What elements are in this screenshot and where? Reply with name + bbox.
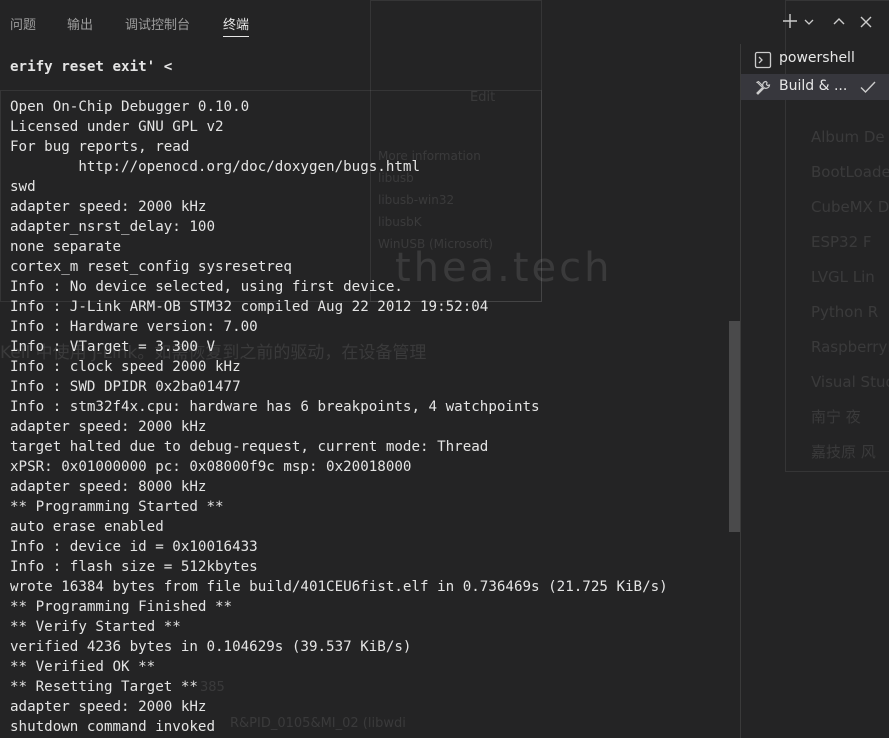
terminal-line: ** Resetting Target **: [10, 679, 198, 695]
terminal-line: Info : VTarget = 3.300 V: [10, 339, 215, 355]
terminal-line: http://openocd.org/doc/doxygen/bugs.html: [10, 159, 420, 175]
terminal-line: Open On-Chip Debugger 0.10.0: [10, 99, 250, 115]
terminal-line: xPSR: 0x01000000 pc: 0x08000f9c msp: 0x2…: [10, 459, 412, 475]
terminal-line: cortex_m reset_config sysresetreq: [10, 259, 292, 275]
terminal-line: auto erase enabled: [10, 519, 164, 535]
terminal-line: Licensed under GNU GPL v2: [10, 119, 224, 135]
terminal-item-label: powershell: [779, 50, 855, 66]
terminal-list: powershell Build & ...: [740, 44, 889, 738]
terminal-line: target halted due to debug-request, curr…: [10, 439, 489, 455]
tab-debug-console[interactable]: 调试控制台: [125, 14, 190, 33]
tools-icon: [754, 79, 772, 97]
terminal-panel-window: thea.tech Keil 中使用 J-Link。如需恢复到之前的驱动，在设备…: [0, 0, 889, 738]
terminal-line: Info : No device selected, using first d…: [10, 279, 403, 295]
terminal-output[interactable]: erify reset exit' < Open On-Chip Debugger…: [0, 52, 728, 738]
check-icon: [859, 79, 877, 99]
terminal-line: Info : clock speed 2000 kHz: [10, 359, 241, 375]
terminal-line: Info : stm32f4x.cpu: hardware has 6 brea…: [10, 399, 540, 415]
tab-terminal[interactable]: 终端: [223, 14, 250, 37]
terminal-line: verified 4236 bytes in 0.104629s (39.537…: [10, 639, 412, 655]
terminal-dropdown-button[interactable]: [800, 10, 818, 32]
terminal-icon: [754, 51, 772, 69]
terminal-line: Info : device id = 0x10016433: [10, 539, 258, 555]
terminal-line: Info : SWD DPIDR 0x2ba01477: [10, 379, 241, 395]
terminal-line: ** Verified OK **: [10, 659, 156, 675]
terminal-item-label: Build & ...: [779, 78, 848, 94]
terminal-line: erify reset exit' <: [10, 59, 173, 75]
new-terminal-button[interactable]: [780, 10, 800, 32]
tab-problems[interactable]: 问题: [10, 14, 36, 33]
maximize-panel-button[interactable]: [829, 10, 849, 32]
terminal-line: ** Verify Started **: [10, 619, 181, 635]
terminal-line: swd: [10, 179, 36, 195]
plus-icon: [783, 14, 797, 28]
terminal-line: Info : Hardware version: 7.00: [10, 319, 258, 335]
tab-output[interactable]: 输出: [67, 14, 93, 33]
terminal-item-powershell[interactable]: powershell: [741, 46, 889, 72]
terminal-line: none separate: [10, 239, 122, 255]
terminal-line: Info : J-Link ARM-OB STM32 compiled Aug …: [10, 299, 489, 315]
terminal-line: adapter speed: 8000 kHz: [10, 479, 207, 495]
terminal-line: ** Programming Started **: [10, 499, 224, 515]
terminal-line: shutdown command invoked: [10, 719, 215, 735]
panel-tab-bar: 问题 输出 调试控制台 终端: [0, 0, 889, 44]
terminal-line: adapter speed: 2000 kHz: [10, 699, 207, 715]
terminal-scrollbar-thumb[interactable]: [729, 321, 740, 532]
terminal-line: For bug reports, read: [10, 139, 190, 155]
terminal-line: adapter speed: 2000 kHz: [10, 419, 207, 435]
terminal-item-build[interactable]: Build & ...: [741, 74, 889, 100]
terminal-line: adapter speed: 2000 kHz: [10, 199, 207, 215]
chevron-up-icon: [833, 18, 845, 25]
terminal-line: Info : flash size = 512kbytes: [10, 559, 258, 575]
terminal-line: adapter_nsrst_delay: 100: [10, 219, 215, 235]
terminal-line: ** Programming Finished **: [10, 599, 233, 615]
close-icon: [860, 16, 872, 28]
close-panel-button[interactable]: [856, 10, 876, 32]
chevron-down-icon: [804, 19, 814, 25]
terminal-line: wrote 16384 bytes from file build/401CEU…: [10, 579, 668, 595]
